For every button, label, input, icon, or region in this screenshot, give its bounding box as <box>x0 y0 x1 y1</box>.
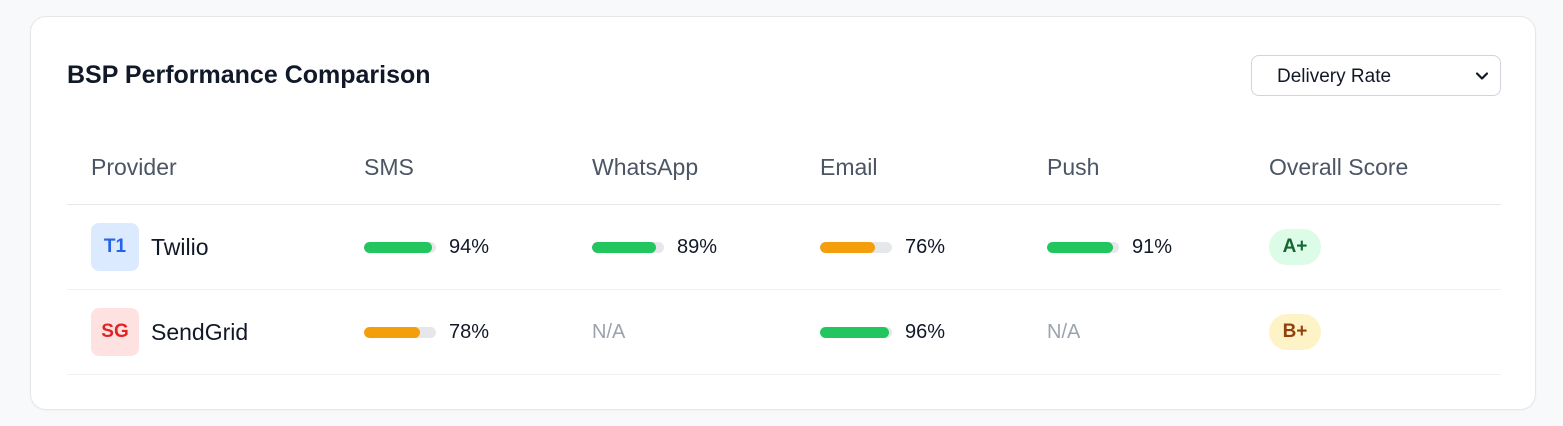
score-badge: A+ <box>1269 229 1321 265</box>
sms-progress-fill <box>364 326 421 338</box>
whatsapp-cell: 89% <box>592 205 717 289</box>
comparison-table: Provider SMS WhatsApp Email Push Overall… <box>67 127 1501 375</box>
chevron-down-icon <box>1475 72 1489 80</box>
header-provider: Provider <box>91 154 177 180</box>
score-badge: B+ <box>1269 314 1321 350</box>
header-email: Email <box>820 154 878 180</box>
provider-name: Twilio <box>151 233 209 260</box>
sms-cell: 94% <box>364 205 489 289</box>
push-progress-fill <box>1047 241 1113 253</box>
sms-cell: 78% <box>364 290 489 374</box>
metric-select-value: Delivery Rate <box>1277 66 1392 87</box>
header-whatsapp: WhatsApp <box>592 154 699 180</box>
provider-cell: SG SendGrid <box>91 290 248 374</box>
table-row: T1 Twilio 94% 89% 76% 91% A+ <box>67 205 1501 290</box>
whatsapp-rate: 89% <box>677 235 718 258</box>
email-rate: 76% <box>905 235 946 258</box>
provider-avatar: SG <box>91 308 139 356</box>
header-push: Push <box>1047 154 1100 180</box>
overall-score-cell: B+ <box>1269 290 1321 374</box>
push-cell: N/A <box>1047 290 1080 374</box>
bsp-comparison-card: BSP Performance Comparison Delivery Rate… <box>30 16 1536 410</box>
email-progress-fill <box>820 241 875 253</box>
sms-rate: 78% <box>449 320 490 343</box>
email-progress-bar <box>820 326 892 338</box>
sms-progress-bar <box>364 326 436 338</box>
push-progress-bar <box>1047 241 1119 253</box>
whatsapp-progress-bar <box>592 241 664 253</box>
sms-progress-bar <box>364 241 436 253</box>
sms-rate: 94% <box>449 235 490 258</box>
provider-avatar: T1 <box>91 223 139 271</box>
whatsapp-progress-fill <box>592 241 657 253</box>
header-overall-score: Overall Score <box>1269 154 1409 180</box>
email-rate: 96% <box>905 320 946 343</box>
card-title: BSP Performance Comparison <box>67 61 431 89</box>
header-sms: SMS <box>364 154 414 180</box>
table-header: Provider SMS WhatsApp Email Push Overall… <box>67 127 1501 205</box>
table-row: SG SendGrid 78% N/A 96% N/A B+ <box>67 290 1501 375</box>
email-progress-fill <box>820 326 890 338</box>
email-cell: 96% <box>820 290 945 374</box>
whatsapp-rate: N/A <box>592 320 626 343</box>
sms-progress-fill <box>364 241 432 253</box>
provider-name: SendGrid <box>151 318 249 345</box>
push-rate: N/A <box>1047 320 1081 343</box>
push-cell: 91% <box>1047 205 1172 289</box>
metric-select[interactable]: Delivery Rate <box>1251 55 1501 96</box>
overall-score-cell: A+ <box>1269 205 1321 289</box>
email-progress-bar <box>820 241 892 253</box>
push-rate: 91% <box>1132 235 1173 258</box>
provider-cell: T1 Twilio <box>91 205 209 289</box>
email-cell: 76% <box>820 205 945 289</box>
whatsapp-cell: N/A <box>592 290 625 374</box>
